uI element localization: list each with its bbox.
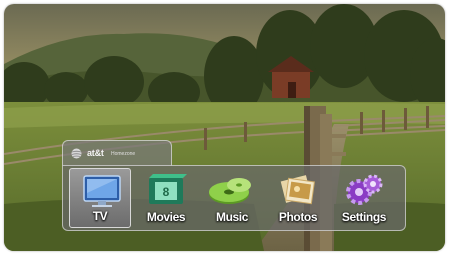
- menu-item-photos[interactable]: Photos: [267, 168, 329, 228]
- menu-item-music[interactable]: Music: [201, 168, 263, 228]
- cd-icon: [209, 178, 251, 204]
- menu-item-label: Settings: [341, 210, 387, 224]
- menu-item-label: Music: [215, 210, 248, 224]
- svg-text:8: 8: [163, 185, 170, 199]
- gears-icon: [346, 174, 383, 205]
- globe-icon: [71, 148, 82, 159]
- brand-product: Homezone: [111, 151, 136, 157]
- menu-item-label: TV: [92, 209, 108, 223]
- menu-item-movies[interactable]: 8 Movies: [135, 168, 197, 228]
- film-icon: 8: [149, 174, 187, 204]
- main-menu: TV 8 Movies Music Photos Settings: [62, 165, 406, 231]
- brand-name: at&t: [87, 148, 104, 158]
- menu-item-label: Movies: [146, 210, 186, 224]
- menu-item-tv[interactable]: TV: [69, 168, 131, 228]
- photo-stack-icon: [280, 175, 315, 205]
- menu-item-settings[interactable]: Settings: [333, 168, 395, 228]
- television-icon: [83, 175, 121, 207]
- brand-tab: at&t Homezone: [62, 140, 172, 166]
- menu-item-label: Photos: [278, 210, 318, 224]
- tv-screen: at&t Homezone TV 8 Movies Music Photos S…: [4, 4, 445, 251]
